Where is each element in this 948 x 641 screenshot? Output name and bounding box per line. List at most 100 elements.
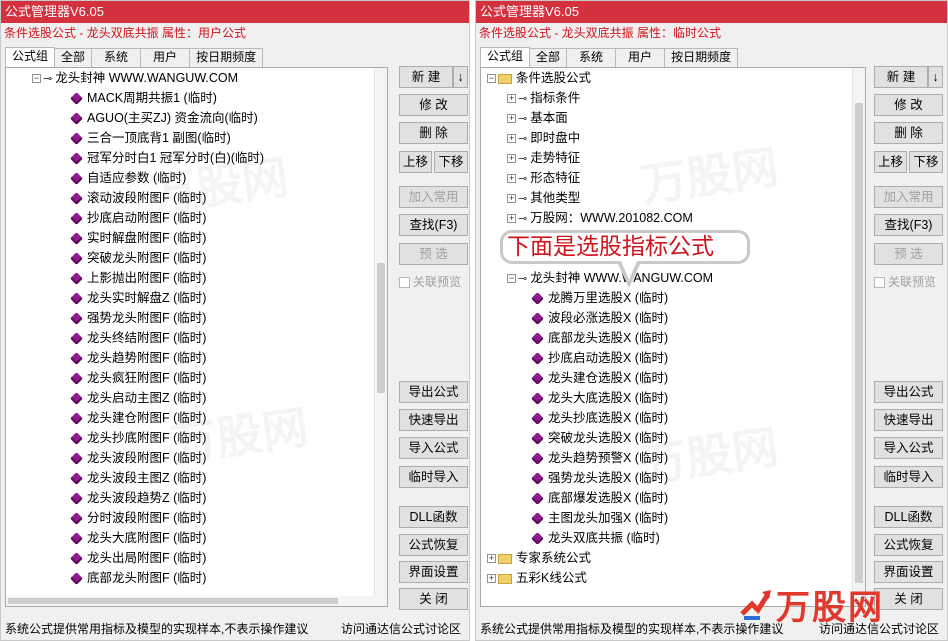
new-dropdown-button[interactable]: ↓ [928, 66, 943, 88]
formula-list-item[interactable]: 抄底启动附图F (临时) [6, 208, 387, 228]
formula-list-item[interactable]: 龙头波段附图F (临时) [6, 448, 387, 468]
tree-folder-row[interactable]: + 专家系统公式 [481, 548, 865, 568]
tab-user[interactable]: 用户 [140, 48, 191, 67]
export-formula-button[interactable]: 导出公式 [399, 381, 468, 403]
formula-list-item[interactable]: 龙头大底附图F (临时) [6, 528, 387, 548]
formula-list-item[interactable]: 龙头建仓附图F (临时) [6, 408, 387, 428]
ui-settings-button[interactable]: 界面设置 [399, 561, 468, 583]
formula-list-item[interactable]: 底部爆发选股X (临时) [481, 488, 865, 508]
delete-button[interactable]: 删 除 [399, 122, 468, 144]
scroll-thumb[interactable] [377, 263, 385, 393]
link-preview-checkbox[interactable]: 关联预览 [874, 273, 936, 290]
expand-icon[interactable]: + [507, 94, 516, 104]
move-down-button[interactable]: 下移 [434, 151, 468, 173]
delete-button[interactable]: 删 除 [874, 122, 943, 144]
new-button[interactable]: 新 建 [874, 66, 928, 88]
add-common-button[interactable]: 加入常用 [874, 186, 943, 208]
tree-group-row[interactable]: + ⊸ 指标条件 [481, 88, 865, 108]
new-dropdown-button[interactable]: ↓ [453, 66, 468, 88]
tree-group-row[interactable]: + ⊸ 基本面 [481, 108, 865, 128]
horizontal-scrollbar[interactable] [6, 596, 376, 606]
tab-user[interactable]: 用户 [615, 48, 666, 67]
formula-list-item[interactable]: 龙头出局附图F (临时) [6, 548, 387, 568]
forum-link[interactable]: 访问通达信公式讨论区 [341, 618, 461, 640]
quick-export-button[interactable]: 快速导出 [874, 409, 943, 431]
formula-list-item[interactable]: 三合一顶底背1 副图(临时) [6, 128, 387, 148]
expand-icon[interactable]: + [507, 214, 516, 224]
expand-icon[interactable]: + [507, 154, 516, 164]
formula-list-item[interactable]: 突破龙头附图F (临时) [6, 248, 387, 268]
formula-list-item[interactable]: 主图龙头加强X (临时) [481, 508, 865, 528]
formula-list-item[interactable]: 抄底启动选股X (临时) [481, 348, 865, 368]
move-down-button[interactable]: 下移 [909, 151, 943, 173]
formula-list-item[interactable]: 底部龙头选股X (临时) [481, 328, 865, 348]
formula-list-item[interactable]: 龙头大底选股X (临时) [481, 388, 865, 408]
find-button[interactable]: 查找(F3) [874, 214, 943, 236]
formula-list-item[interactable]: 实时解盘附图F (临时) [6, 228, 387, 248]
formula-list-item[interactable]: 龙腾万里选股X (临时) [481, 288, 865, 308]
formula-tree[interactable]: − ⊸ 龙头封神 WWW.WANGUW.COM MACK周期共振1 (临时) AGUO… [5, 67, 388, 607]
formula-list-item[interactable]: 底部龙头附图F (临时) [6, 568, 387, 588]
formula-list-item[interactable]: 波段必涨选股X (临时) [481, 308, 865, 328]
formula-list-item[interactable]: 自适应参数 (临时) [6, 168, 387, 188]
hscroll-thumb[interactable] [8, 598, 338, 604]
import-formula-button[interactable]: 导入公式 [874, 437, 943, 459]
temp-import-button[interactable]: 临时导入 [874, 466, 943, 488]
checkbox-box[interactable] [399, 277, 410, 289]
formula-list-item[interactable]: 龙头建仓选股X (临时) [481, 368, 865, 388]
dll-function-button[interactable]: DLL函数 [874, 506, 943, 528]
formula-list-item[interactable]: 龙头抄底附图F (临时) [6, 428, 387, 448]
tab-formula-group[interactable]: 公式组 [5, 47, 56, 67]
preview-button[interactable]: 预 选 [399, 243, 468, 265]
formula-list-item[interactable]: 龙头趋势预警X (临时) [481, 448, 865, 468]
vertical-scrollbar[interactable] [852, 68, 865, 606]
tab-by-date[interactable]: 按日期频度 [664, 48, 739, 67]
close-button[interactable]: 关 闭 [399, 588, 468, 610]
link-preview-checkbox[interactable]: 关联预览 [399, 273, 461, 290]
formula-list-item[interactable]: 突破龙头选股X (临时) [481, 428, 865, 448]
tree-group-row[interactable]: − ⊸ 龙头封神 WWW.WANGUW.COM [481, 268, 865, 288]
expand-icon[interactable]: + [507, 174, 516, 184]
tab-system[interactable]: 系统 [566, 48, 617, 67]
formula-list-item[interactable]: 龙头双底共振 (临时) [481, 528, 865, 548]
edit-button[interactable]: 修 改 [399, 94, 468, 116]
formula-list-item[interactable]: 龙头疯狂附图F (临时) [6, 368, 387, 388]
expand-icon[interactable]: + [507, 134, 516, 144]
preview-button[interactable]: 预 选 [874, 243, 943, 265]
tab-formula-group[interactable]: 公式组 [480, 47, 531, 67]
tree-group-row[interactable]: + ⊸ 走势特征 [481, 148, 865, 168]
add-common-button[interactable]: 加入常用 [399, 186, 468, 208]
find-button[interactable]: 查找(F3) [399, 214, 468, 236]
expand-icon[interactable]: + [487, 574, 496, 584]
formula-list-item[interactable]: 龙头抄底选股X (临时) [481, 408, 865, 428]
collapse-icon[interactable]: − [32, 74, 41, 84]
formula-list-item[interactable]: MACK周期共振1 (临时) [6, 88, 387, 108]
expand-icon[interactable]: + [507, 114, 516, 124]
formula-list-item[interactable]: 强势龙头选股X (临时) [481, 468, 865, 488]
scroll-thumb[interactable] [855, 103, 863, 583]
checkbox-box[interactable] [874, 277, 885, 289]
formula-list-item[interactable]: 上影抛出附图F (临时) [6, 268, 387, 288]
vertical-scrollbar[interactable] [374, 68, 387, 606]
tree-group-row[interactable]: − ⊸ 龙头封神 WWW.WANGUW.COM [6, 68, 387, 88]
formula-tree[interactable]: − 条件选股公式 + ⊸ 指标条件 + ⊸ 基本面 + ⊸ 即时盘中 + ⊸ 走势特征 + ⊸ 形态特征 + ⊸ 其… [480, 67, 866, 607]
tree-group-row[interactable]: + ⊸ 万股网：WWW.201082.COM [481, 208, 865, 228]
expand-icon[interactable]: + [507, 194, 516, 204]
tree-group-row[interactable]: + ⊸ 其他类型 [481, 188, 865, 208]
tree-group-row[interactable]: + ⊸ 形态特征 [481, 168, 865, 188]
formula-list-item[interactable]: 龙头启动主图Z (临时) [6, 388, 387, 408]
restore-formula-button[interactable]: 公式恢复 [399, 534, 468, 556]
tab-all[interactable]: 全部 [54, 48, 93, 67]
formula-list-item[interactable]: 分时波段附图F (临时) [6, 508, 387, 528]
restore-formula-button[interactable]: 公式恢复 [874, 534, 943, 556]
expand-icon[interactable]: + [487, 554, 496, 564]
move-up-button[interactable]: 上移 [399, 151, 432, 173]
formula-list-item[interactable]: 龙头终结附图F (临时) [6, 328, 387, 348]
formula-list-item[interactable]: AGUO(主买ZJ) 资金流向(临时) [6, 108, 387, 128]
edit-button[interactable]: 修 改 [874, 94, 943, 116]
formula-list-item[interactable]: 强势龙头附图F (临时) [6, 308, 387, 328]
temp-import-button[interactable]: 临时导入 [399, 466, 468, 488]
tab-system[interactable]: 系统 [91, 48, 142, 67]
formula-list-item[interactable]: 龙头波段主图Z (临时) [6, 468, 387, 488]
formula-list-item[interactable]: 滚动波段附图F (临时) [6, 188, 387, 208]
